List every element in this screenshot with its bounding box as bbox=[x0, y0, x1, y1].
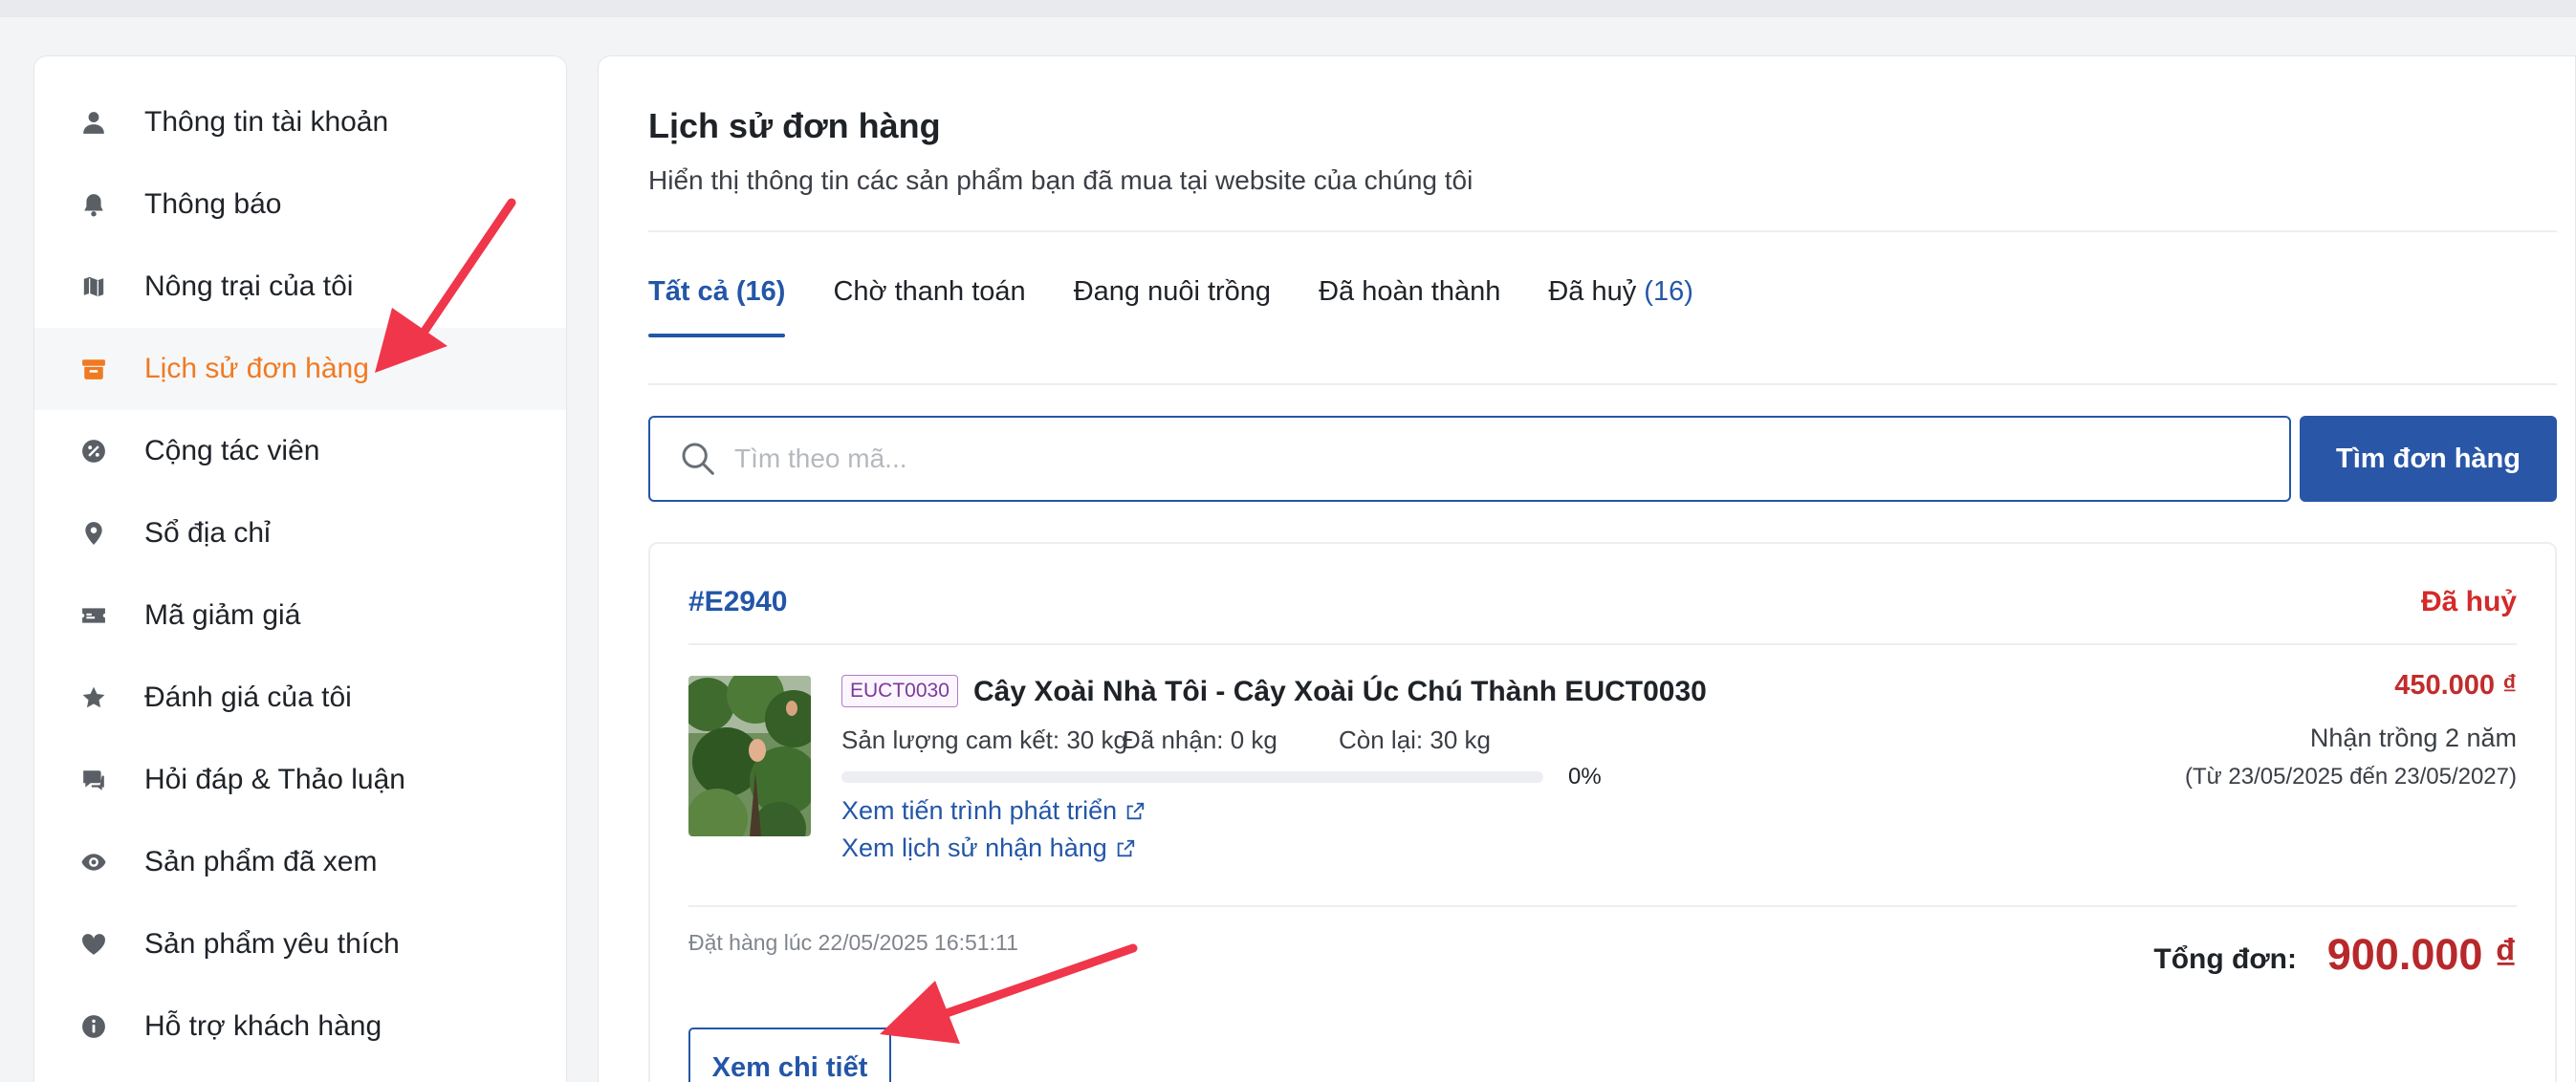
sidebar-item-label: Hỗ trợ khách hàng bbox=[144, 1010, 382, 1042]
page-subtitle: Hiển thị thông tin các sản phẩm bạn đã m… bbox=[648, 165, 1474, 195]
view-details-button[interactable]: Xem chi tiết bbox=[688, 1028, 891, 1082]
search-orders-button[interactable]: Tìm đơn hàng bbox=[2300, 416, 2557, 502]
harvest-progress-bar bbox=[841, 771, 1543, 783]
committed-yield: Sản lượng cam kết: 30 kg bbox=[841, 725, 1127, 754]
planting-term: Nhận trồng 2 năm bbox=[2309, 724, 2517, 752]
link-label: Xem tiến trình phát triển bbox=[841, 796, 1118, 825]
remaining-amount: Còn lại: 30 kg bbox=[1339, 725, 1491, 754]
product-name[interactable]: Cây Xoài Nhà Tôi - Cây Xoài Úc Chú Thành… bbox=[973, 676, 1707, 708]
sidebar-item-vouchers[interactable]: Mã giảm giá bbox=[34, 574, 566, 657]
tabs-divider bbox=[648, 383, 2557, 385]
harvest-progress-label: 0% bbox=[1568, 764, 1602, 790]
sidebar-item-label: Thông tin tài khoản bbox=[144, 106, 389, 138]
order-status-badge: Đã huỷ bbox=[2420, 586, 2517, 617]
order-total-value: 900.000 ₫ bbox=[2326, 930, 2517, 979]
tab-label: Đã hoàn thành bbox=[1319, 276, 1501, 307]
order-card: #E2940 Đã huỷ EUCT0030 Cây Xoài Nhà Tôi … bbox=[648, 542, 2557, 1082]
star-icon bbox=[76, 680, 112, 716]
ticket-icon bbox=[76, 597, 112, 634]
product-code-badge: EUCT0030 bbox=[841, 675, 958, 707]
product-price: 450.000 ₫ bbox=[2394, 670, 2517, 701]
tab-label: Đang nuôi trồng bbox=[1073, 276, 1272, 307]
sidebar-item-my-reviews[interactable]: Đánh giá của tôi bbox=[34, 657, 566, 739]
tab-all[interactable]: Tất cả (16) bbox=[648, 276, 786, 337]
received-amount: Đã nhận: 0 kg bbox=[1123, 725, 1277, 754]
page-title: Lịch sử đơn hàng bbox=[648, 106, 941, 145]
tab-growing[interactable]: Đang nuôi trồng bbox=[1074, 276, 1271, 332]
percent-badge-icon bbox=[76, 433, 112, 469]
sidebar-item-label: Sản phẩm yêu thích bbox=[144, 928, 400, 960]
external-link-icon bbox=[1126, 802, 1145, 819]
sidebar-item-label: Đánh giá của tôi bbox=[144, 682, 352, 713]
order-id[interactable]: #E2940 bbox=[688, 586, 787, 618]
bell-icon bbox=[76, 186, 112, 223]
sidebar-item-notifications[interactable]: Thông báo bbox=[34, 163, 566, 246]
sidebar-item-label: Nông trại của tôi bbox=[144, 270, 354, 302]
external-link-icon bbox=[1117, 839, 1134, 856]
user-icon bbox=[76, 104, 112, 141]
product-thumbnail[interactable] bbox=[688, 676, 811, 836]
sidebar-item-label: Thông báo bbox=[144, 188, 282, 220]
sidebar-item-customer-support[interactable]: Hỗ trợ khách hàng bbox=[34, 985, 566, 1068]
sidebar-item-favorite-products[interactable]: Sản phẩm yêu thích bbox=[34, 903, 566, 985]
heart-icon bbox=[76, 926, 112, 963]
order-status-tabs: Tất cả (16) Chờ thanh toán Đang nuôi trồ… bbox=[648, 276, 1741, 337]
info-icon bbox=[76, 1008, 112, 1045]
sidebar-item-label: Lịch sử đơn hàng bbox=[144, 353, 369, 384]
divider bbox=[688, 905, 2517, 907]
tab-count: (16) bbox=[1644, 276, 1693, 307]
tab-completed[interactable]: Đã hoàn thành bbox=[1319, 276, 1500, 332]
divider bbox=[688, 643, 2517, 645]
sidebar-item-order-history[interactable]: Lịch sử đơn hàng bbox=[34, 328, 566, 410]
view-receipt-history-link[interactable]: Xem lịch sử nhận hàng bbox=[841, 833, 1136, 863]
eye-icon bbox=[76, 844, 112, 880]
order-timestamp: Đặt hàng lúc 22/05/2025 16:51:11 bbox=[688, 930, 1018, 955]
search-icon bbox=[679, 440, 717, 478]
sidebar-item-label: Cộng tác viên bbox=[144, 435, 320, 466]
account-sidebar: Thông tin tài khoản Thông báo Nông trại … bbox=[33, 55, 567, 1082]
chat-icon bbox=[76, 762, 112, 798]
divider bbox=[648, 230, 2557, 232]
sidebar-item-address-book[interactable]: Sổ địa chỉ bbox=[34, 492, 566, 574]
order-total-label: Tổng đơn: bbox=[2153, 943, 2297, 975]
sidebar-item-label: Hỏi đáp & Thảo luận bbox=[144, 764, 405, 795]
view-growth-progress-link[interactable]: Xem tiến trình phát triển bbox=[841, 796, 1146, 826]
sidebar-item-affiliate[interactable]: Cộng tác viên bbox=[34, 410, 566, 492]
top-bar bbox=[0, 0, 2576, 17]
tab-label: Tất cả bbox=[648, 276, 729, 307]
sidebar-item-viewed-products[interactable]: Sản phẩm đã xem bbox=[34, 821, 566, 903]
tab-awaiting-payment[interactable]: Chờ thanh toán bbox=[833, 276, 1025, 332]
order-history-panel: Lịch sử đơn hàng Hiển thị thông tin các … bbox=[598, 55, 2576, 1082]
tab-label: Chờ thanh toán bbox=[833, 276, 1026, 307]
tab-cancelled[interactable]: Đã huỷ (16) bbox=[1548, 276, 1693, 332]
archive-box-icon bbox=[76, 351, 112, 387]
map-icon bbox=[76, 269, 112, 305]
sidebar-item-qa-discussion[interactable]: Hỏi đáp & Thảo luận bbox=[34, 739, 566, 821]
sidebar-item-account-info[interactable]: Thông tin tài khoản bbox=[34, 81, 566, 163]
sidebar-item-label: Sản phẩm đã xem bbox=[144, 846, 378, 877]
sidebar-item-label: Sổ địa chỉ bbox=[144, 517, 271, 549]
sidebar-item-label: Mã giảm giá bbox=[144, 599, 301, 631]
tab-label: Đã huỷ bbox=[1548, 276, 1637, 307]
map-pin-icon bbox=[76, 515, 112, 552]
tab-count: (16) bbox=[735, 276, 786, 307]
sidebar-item-my-farm[interactable]: Nông trại của tôi bbox=[34, 246, 566, 328]
planting-date-range: (Từ 23/05/2025 đến 23/05/2027) bbox=[2185, 764, 2517, 790]
search-input[interactable] bbox=[734, 430, 2289, 487]
order-search-box bbox=[648, 416, 2291, 502]
link-label: Xem lịch sử nhận hàng bbox=[841, 833, 1107, 862]
